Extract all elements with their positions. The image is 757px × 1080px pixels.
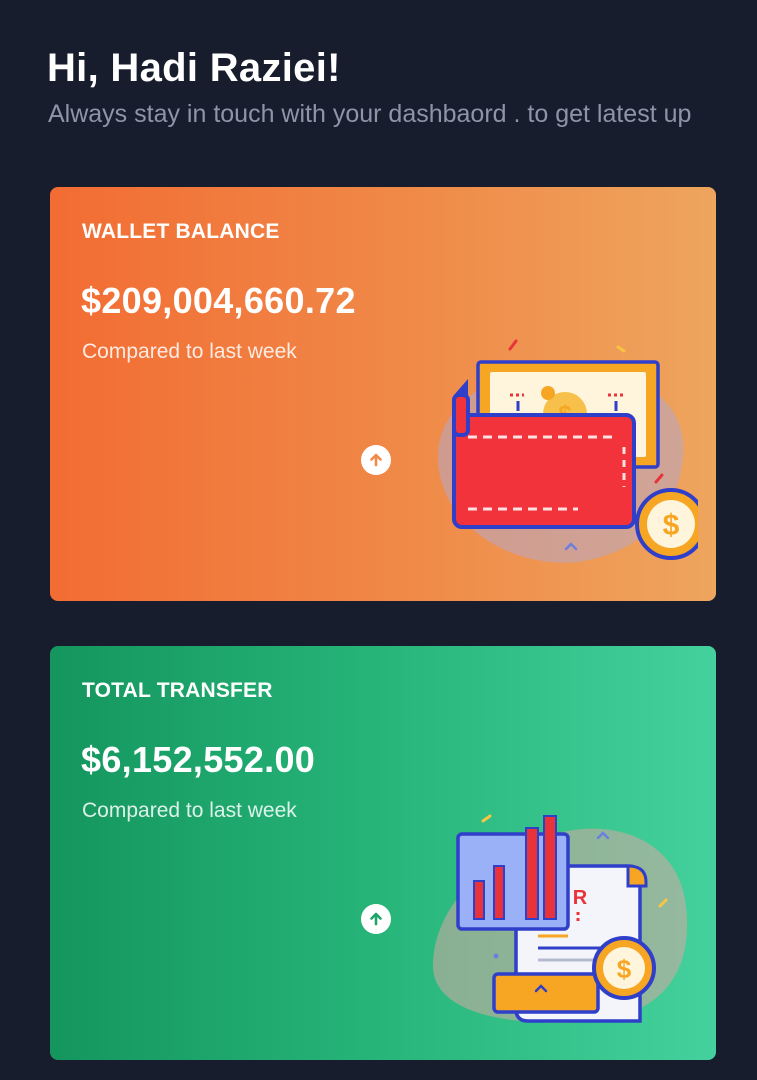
total-transfer-label: TOTAL TRANSFER — [82, 679, 273, 702]
transfer-compare-text: Compared to last week — [82, 799, 297, 822]
dashboard-screen: Hi, Hadi Raziei! Always stay in touch wi… — [0, 0, 757, 1080]
wallet-compare-text: Compared to last week — [82, 340, 297, 363]
coin-dollar-symbol: $ — [663, 509, 680, 542]
receipt-symbol: R — [573, 887, 588, 909]
arrow-up-circle-icon[interactable] — [361, 445, 391, 475]
wallet-balance-card[interactable]: WALLET BALANCE $209,004,660.72 Compared … — [50, 187, 716, 601]
wallet-illustration: $ $ — [428, 337, 698, 587]
coin-dollar-symbol: $ — [617, 954, 632, 984]
arrow-up-circle-icon[interactable] — [361, 904, 391, 934]
wallet-balance-label: WALLET BALANCE — [82, 220, 280, 243]
greeting-subtitle: Always stay in touch with your dashbaord… — [48, 100, 692, 128]
total-transfer-amount: $6,152,552.00 — [81, 739, 316, 780]
greeting-title: Hi, Hadi Raziei! — [47, 46, 341, 90]
total-transfer-card[interactable]: TOTAL TRANSFER $6,152,552.00 Compared to… — [50, 646, 716, 1060]
wallet-balance-amount: $209,004,660.72 — [81, 280, 356, 321]
receipt-chart-illustration: R $ — [428, 796, 698, 1046]
